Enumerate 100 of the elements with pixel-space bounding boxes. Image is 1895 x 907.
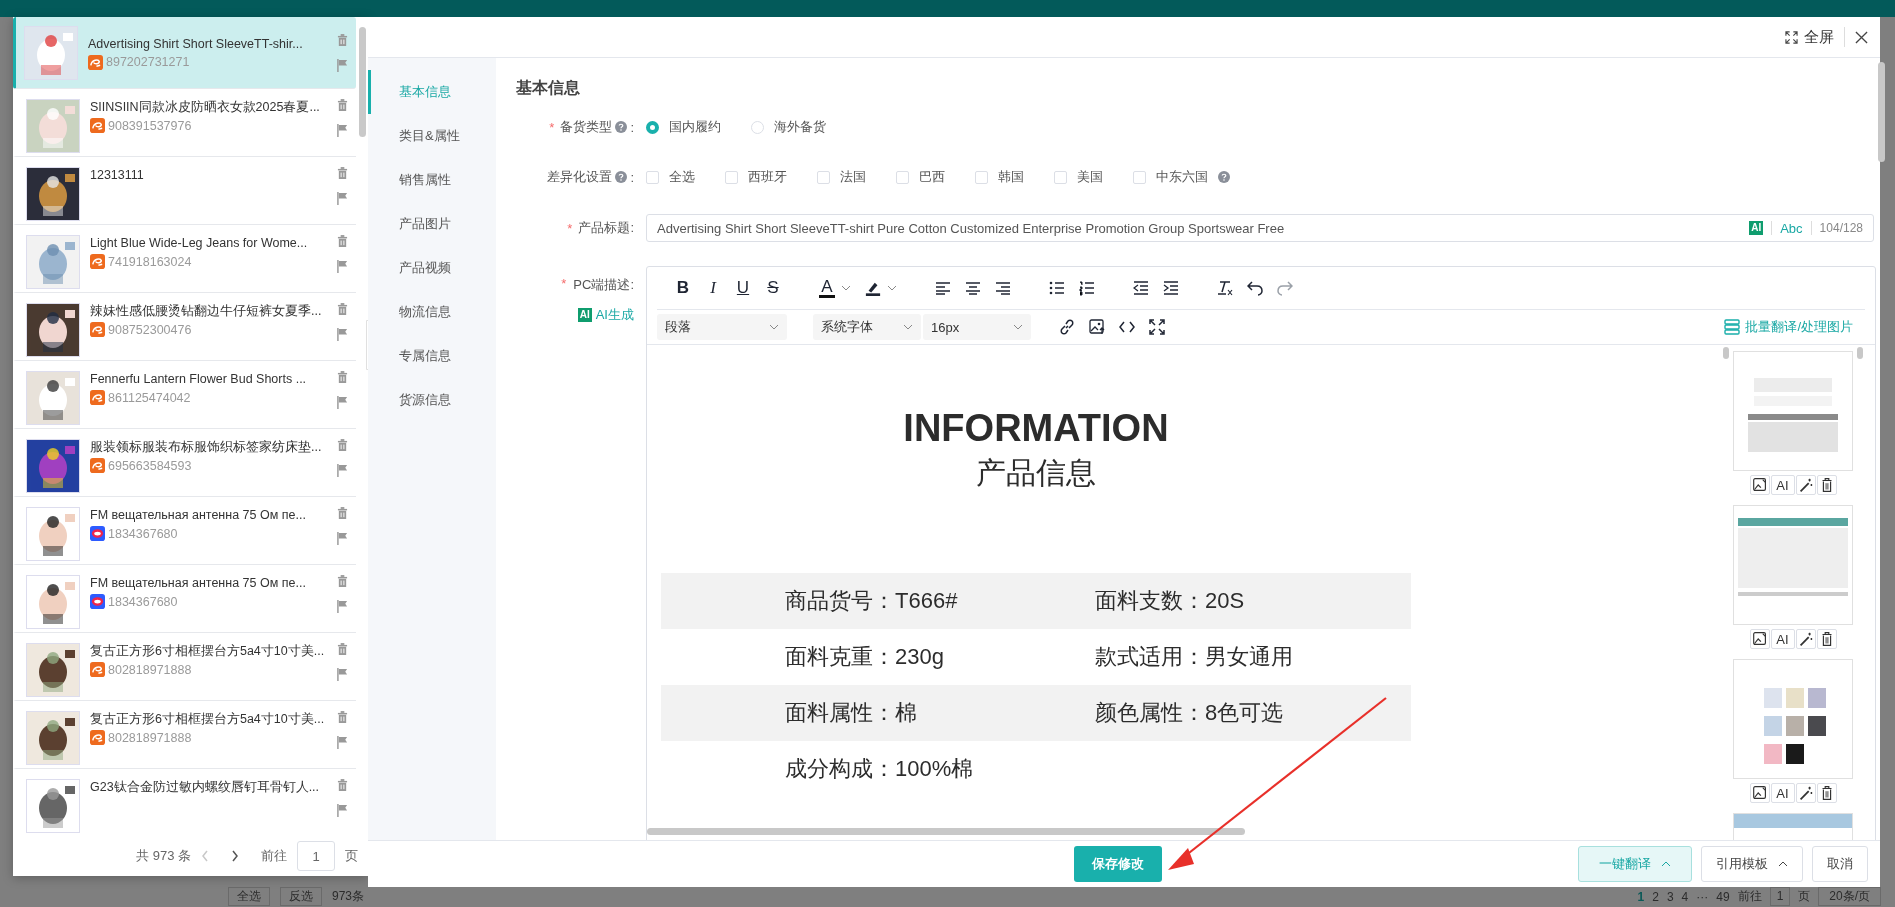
replace-image-icon[interactable] xyxy=(1749,475,1770,495)
checkbox[interactable] xyxy=(975,170,988,184)
image-upload-icon[interactable] xyxy=(1089,319,1105,335)
flag-icon[interactable] xyxy=(337,736,348,749)
product-list-item[interactable]: 12313111 xyxy=(13,157,356,225)
section-tab[interactable]: 类目&属性 xyxy=(368,114,496,158)
checkbox-option[interactable]: 韩国 xyxy=(975,168,1024,186)
undo-icon[interactable] xyxy=(1247,280,1263,296)
checkbox[interactable] xyxy=(817,170,830,184)
help-icon[interactable] xyxy=(615,121,628,133)
checkbox[interactable] xyxy=(1054,170,1067,184)
product-list-item[interactable]: Fennerfu Lantern Flower Bud Shorts ... 861125474042 xyxy=(13,361,356,429)
product-list-item[interactable]: Light Blue Wide-Leg Jeans for Wome... 741918163024 xyxy=(13,225,356,293)
flag-icon[interactable] xyxy=(337,396,348,409)
scrollbar[interactable] xyxy=(1723,347,1729,359)
product-list-item[interactable]: FM вещательная антенна 75 Ом пе... 1834367680 xyxy=(13,565,356,633)
help-icon[interactable] xyxy=(615,171,628,183)
format-button[interactable]: U xyxy=(735,278,751,298)
ai-button[interactable]: AI xyxy=(1770,629,1795,649)
product-list-item[interactable]: 辣妹性感低腰烫钻翻边牛仔短裤女夏季... 908752300476 xyxy=(13,293,356,361)
block-format-select[interactable]: 段落 xyxy=(657,314,787,340)
replace-image-icon[interactable] xyxy=(1749,783,1770,803)
flag-icon[interactable] xyxy=(337,192,348,205)
section-tab[interactable]: 销售属性 xyxy=(368,158,496,202)
replace-image-icon[interactable] xyxy=(1749,629,1770,649)
product-list-item[interactable]: G23钛合金防过敏内螺纹唇钉耳骨钉人... xyxy=(13,769,356,829)
checkbox-option[interactable]: 中东六国 xyxy=(1133,168,1230,186)
checkbox-option[interactable]: 美国 xyxy=(1054,168,1103,186)
caret-icon[interactable] xyxy=(887,285,897,291)
product-list-item[interactable]: 复古正方形6寸相框摆台方5a4寸10寸美... 802818971888 xyxy=(13,633,356,701)
section-tab[interactable]: 专属信息 xyxy=(368,334,496,378)
checkbox[interactable] xyxy=(646,170,659,184)
numbered-list-icon[interactable] xyxy=(1079,280,1095,296)
page-number[interactable]: 3 xyxy=(1666,889,1674,904)
flag-icon[interactable] xyxy=(337,58,348,72)
section-tab[interactable]: 货源信息 xyxy=(368,378,496,422)
section-tab[interactable]: 产品视频 xyxy=(368,246,496,290)
format-button[interactable]: S xyxy=(765,278,781,298)
page-size-select[interactable]: 20条/页 xyxy=(1818,887,1881,906)
help-icon[interactable] xyxy=(1218,171,1230,183)
flag-icon[interactable] xyxy=(337,600,348,613)
magic-wand-icon[interactable] xyxy=(1795,629,1816,649)
fullscreen-button[interactable]: 全屏 xyxy=(1785,27,1834,47)
product-list-item[interactable]: FM вещательная антенна 75 Ом пе... 1834367680 xyxy=(13,497,356,565)
clear-format-icon[interactable] xyxy=(1217,280,1233,296)
page-input[interactable]: 1 xyxy=(297,841,335,871)
magic-wand-icon[interactable] xyxy=(1795,783,1816,803)
ai-button[interactable]: AI xyxy=(1770,475,1795,495)
magic-wand-icon[interactable] xyxy=(1795,475,1816,495)
font-size-select[interactable]: 16px xyxy=(923,314,1031,340)
close-icon[interactable] xyxy=(1855,30,1868,44)
indent-icon[interactable] xyxy=(1163,280,1179,296)
flag-icon[interactable] xyxy=(337,124,348,137)
radio-button[interactable] xyxy=(646,120,659,134)
trash-icon[interactable] xyxy=(1816,629,1837,649)
checkbox-option[interactable]: 西班牙 xyxy=(725,168,787,186)
font-color-button[interactable]: A xyxy=(819,278,835,298)
redo-icon[interactable] xyxy=(1277,280,1293,296)
section-tab[interactable]: 产品图片 xyxy=(368,202,496,246)
trash-icon[interactable] xyxy=(1816,783,1837,803)
checkbox-option[interactable]: 全选 xyxy=(646,168,695,186)
outdent-icon[interactable] xyxy=(1133,280,1149,296)
page-number[interactable]: ··· xyxy=(1696,889,1709,904)
highlighter-icon[interactable] xyxy=(865,280,881,296)
font-family-select[interactable]: 系统字体 xyxy=(813,314,921,340)
scrollbar[interactable] xyxy=(359,27,366,137)
page-number[interactable]: 49 xyxy=(1716,889,1730,904)
flag-icon[interactable] xyxy=(337,804,348,817)
cancel-button[interactable]: 取消 xyxy=(1812,846,1868,882)
checkbox-option[interactable]: 法国 xyxy=(817,168,866,186)
scrollbar[interactable] xyxy=(1878,62,1885,162)
flag-icon[interactable] xyxy=(337,532,348,545)
checkbox-option[interactable]: 巴西 xyxy=(896,168,945,186)
product-list-item[interactable]: Advertising Shirt Short SleeveTT-shir... 897202731271 xyxy=(13,17,356,89)
align-left-icon[interactable] xyxy=(935,280,951,296)
checkbox[interactable] xyxy=(896,170,909,184)
page-number[interactable]: 2 xyxy=(1652,889,1659,904)
section-tab[interactable]: 物流信息 xyxy=(368,290,496,334)
product-list-item[interactable]: SIINSIIN同款冰皮防晒衣女款2025春夏... 908391537976 xyxy=(13,89,356,157)
flag-icon[interactable] xyxy=(337,328,348,341)
align-right-icon[interactable] xyxy=(995,280,1011,296)
scrollbar[interactable] xyxy=(1857,347,1863,359)
trash-icon[interactable] xyxy=(1816,475,1837,495)
checkbox[interactable] xyxy=(1133,170,1146,184)
radio-option[interactable]: 海外备货 xyxy=(751,118,826,136)
next-page-icon[interactable] xyxy=(231,850,239,862)
flag-icon[interactable] xyxy=(337,260,348,273)
checkbox[interactable] xyxy=(725,170,738,184)
flag-icon[interactable] xyxy=(337,668,348,681)
bulk-select-button[interactable]: 反选 xyxy=(280,887,322,906)
format-button[interactable]: B xyxy=(675,278,691,298)
flag-icon[interactable] xyxy=(337,464,348,477)
code-icon[interactable] xyxy=(1119,319,1135,335)
page-input[interactable]: 1 xyxy=(1769,887,1791,906)
caret-icon[interactable] xyxy=(841,285,851,291)
previous-page-icon[interactable] xyxy=(201,850,209,862)
radio-option[interactable]: 国内履约 xyxy=(646,118,721,136)
align-center-icon[interactable] xyxy=(965,280,981,296)
bullet-list-icon[interactable] xyxy=(1049,280,1065,296)
ai-button[interactable]: AI xyxy=(1770,783,1795,803)
